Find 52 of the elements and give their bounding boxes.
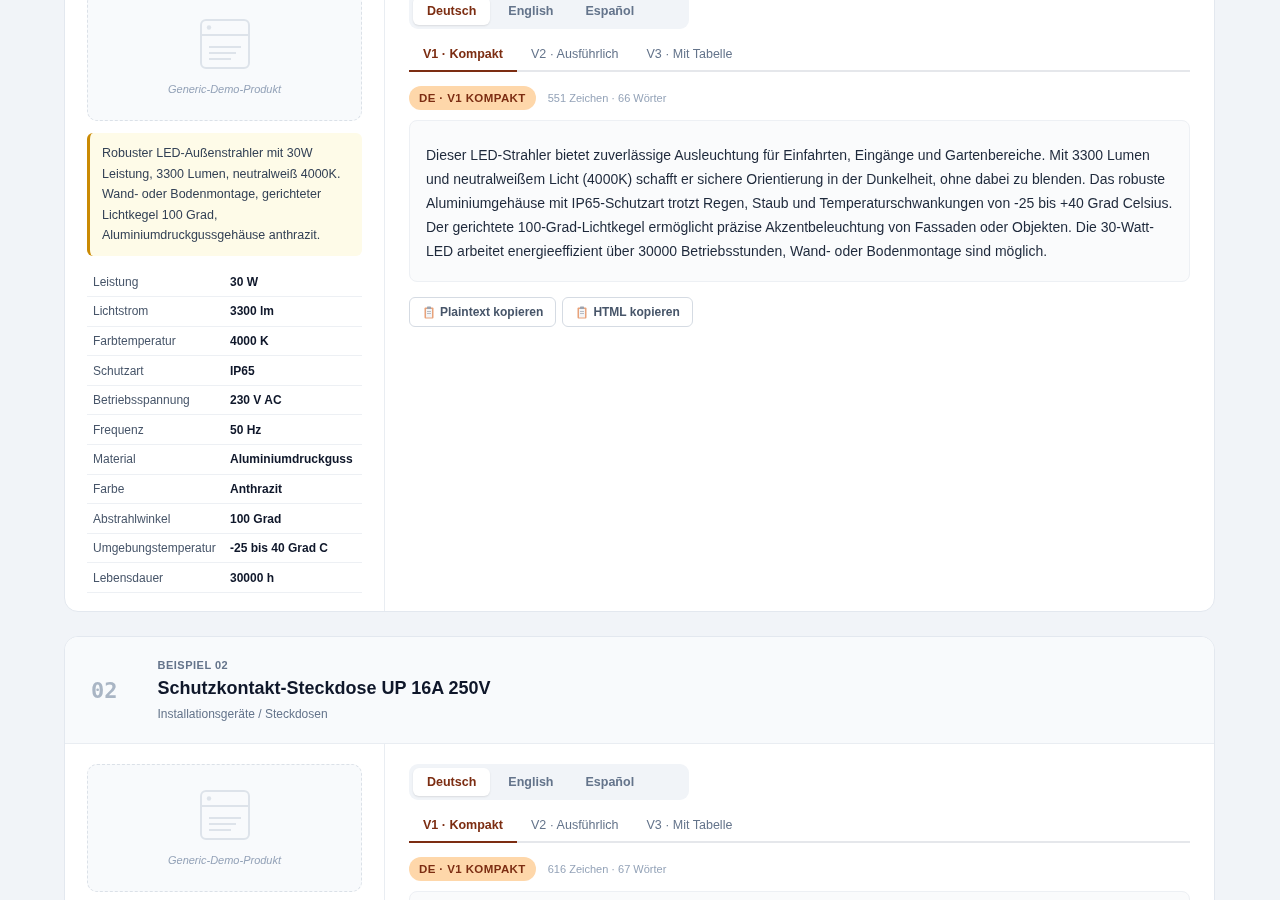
copy-button[interactable]: Plaintext kopieren	[409, 297, 557, 327]
version-tab[interactable]: V1 · Kompakt	[409, 41, 517, 72]
image-caption: Generic-Demo-Produkt	[167, 83, 282, 95]
spec-label: Lebensdauer	[93, 570, 165, 585]
spec-label: Umgebungstemperatur	[93, 541, 217, 556]
product-summary: Robuster LED-Außenstrahler mit 30W Leistung, 3300 Lumen, neutralweiß 4000K. Wand- oder Bodenmontage, gerichteter Lichtkegel 100 Grad, Aluminiumdruckgussgehäuse anthrazit.	[87, 133, 362, 256]
language-tab[interactable]: English	[494, 768, 568, 797]
clipboard-icon	[577, 305, 588, 319]
spec-value: 230 V AC	[230, 393, 283, 408]
copy-button[interactable]: HTML kopieren	[562, 297, 693, 327]
spec-label: Schutzart	[93, 363, 145, 378]
spec-value: IP65	[230, 363, 256, 378]
spec-label: Frequenz	[93, 422, 145, 437]
spec-label: Farbe	[93, 481, 126, 496]
image-caption: Generic-Demo-Produkt	[167, 854, 282, 867]
spec-value: 4000 K	[230, 334, 270, 348]
version-tab[interactable]: V3 · Mit Tabelle	[632, 812, 747, 844]
spec-value: 30 W	[230, 274, 259, 289]
product-placeholder-icon	[199, 19, 250, 69]
version-tab[interactable]: V3 · Mit Tabelle	[632, 41, 747, 72]
spec-value: Anthrazit	[230, 481, 283, 496]
example-eyebrow: BEISPIEL 02	[157, 659, 230, 672]
spec-value: 3300 lm	[230, 304, 276, 319]
description-text: Dieser LED-Strahler bietet zuverlässige Ausleuchtung für Einfahrten, Eingänge und Gartenbereiche. Mit 3300 Lumen und neutralweißem Licht (4000K) schafft er sichere Orientierung in der Dunkelheit, ohne dabei zu blenden. Das robuste Aluminiumgehäuse mit IP65-Schutzart trotzt Regen, Staub und Temperaturschwankungen von -25 bis +40 Grad Celsius. Der gerichtete 100-Grad-Lichtkegel ermöglicht präzise Akzentbeleuchtung von Fassaden oder Objekten. Die 30-Watt-LED arbeitet energieeffizient über 30000 Betriebsstunden, Wand- oder Bodenmontage sind möglich.	[426, 146, 1173, 261]
spec-label: Leistung	[93, 274, 140, 289]
spec-value: Aluminiumdruckguss	[230, 452, 354, 467]
spec-value: -25 bis 40 Grad C	[230, 541, 330, 556]
example-number: 02	[91, 677, 118, 703]
language-tab[interactable]: Español	[571, 768, 649, 797]
spec-value: 100 Grad	[230, 511, 283, 526]
text-stats: 551 Zeichen · 66 Wörter	[547, 92, 667, 104]
spec-label: Betriebsspannung	[93, 393, 191, 408]
spec-label: Abstrahlwinkel	[93, 511, 172, 526]
version-tab[interactable]: V2 · Ausführlich	[516, 41, 633, 72]
spec-label: Material	[93, 452, 137, 467]
variant-badge: DE · V1 KOMPAKT	[409, 86, 536, 110]
product-title: Schutzkontakt-Steckdose UP 16A 250V	[157, 678, 491, 700]
variant-badge: DE · V1 KOMPAKT	[409, 857, 536, 882]
spec-label: Lichtstrom	[93, 304, 150, 319]
language-tab[interactable]: Deutsch	[413, 0, 491, 25]
spec-value: 30000 h	[230, 570, 276, 585]
product-placeholder-icon	[199, 790, 250, 841]
text-stats: 616 Zeichen · 67 Wörter	[547, 863, 667, 876]
spec-label: Farbtemperatur	[93, 334, 177, 348]
version-tab[interactable]: V1 · Kompakt	[409, 812, 517, 844]
language-tab[interactable]: Español	[571, 0, 649, 25]
spec-value: 50 Hz	[230, 422, 263, 437]
language-tab[interactable]: Deutsch	[413, 768, 491, 797]
language-tab[interactable]: English	[494, 0, 568, 25]
clipboard-icon	[424, 305, 434, 319]
product-category: Installationsgeräte / Steckdosen	[157, 707, 329, 722]
version-tab[interactable]: V2 · Ausführlich	[516, 812, 633, 844]
